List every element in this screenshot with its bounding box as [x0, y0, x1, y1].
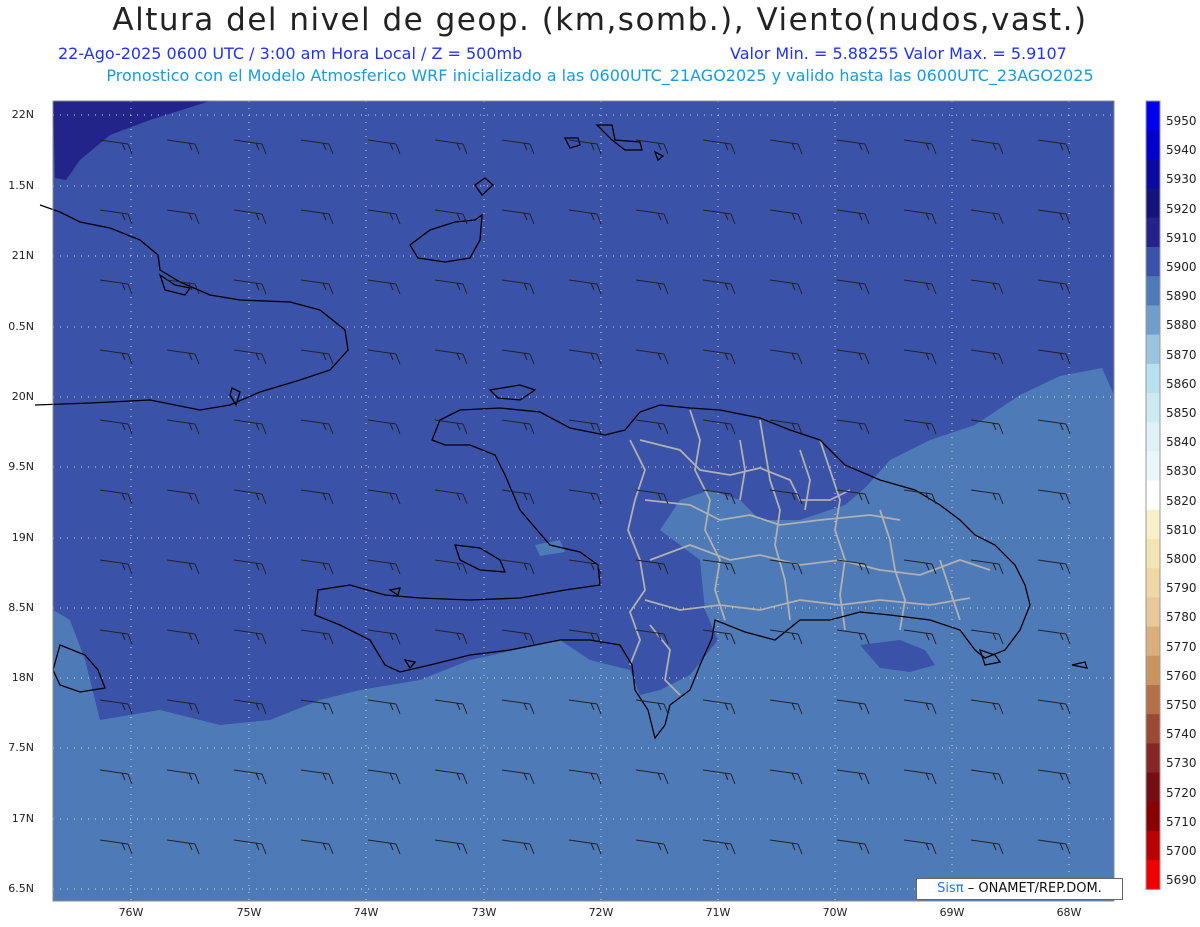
- lat-tick-label: 19N: [11, 531, 34, 544]
- colorbar-swatch: [1146, 685, 1160, 715]
- lat-tick-label: 20N: [11, 390, 34, 403]
- colorbar-swatch: [1146, 860, 1160, 890]
- colorbar-level-label: 5700: [1166, 844, 1197, 858]
- colorbar-level-label: 5760: [1166, 668, 1197, 683]
- colorbar-level-label: 5800: [1166, 552, 1197, 566]
- colorbar-swatch: [1146, 743, 1160, 774]
- lon-tick-label: 74W: [353, 906, 379, 919]
- lat-tick-label: 6.5N: [8, 882, 34, 895]
- colorbar-swatch: [1146, 159, 1160, 190]
- colorbar-swatch: [1146, 831, 1160, 861]
- sis-logo-text: Sisπ: [937, 881, 964, 896]
- colorbar-level-label: 5820: [1166, 493, 1197, 508]
- colorbar-swatch: [1146, 130, 1160, 160]
- colorbar-level-label: 5690: [1166, 873, 1197, 888]
- colorbar-level-label: 5870: [1166, 347, 1197, 362]
- colorbar-swatch: [1146, 305, 1160, 336]
- colorbar-level-label: 5850: [1166, 406, 1197, 420]
- colorbar-swatch: [1146, 714, 1160, 744]
- lon-tick-label: 75W: [236, 906, 262, 919]
- colorbar-level-label: 5860: [1166, 376, 1197, 391]
- colorbar-level-label: 5890: [1166, 289, 1197, 304]
- colorbar-swatch: [1146, 655, 1160, 686]
- colorbar-swatch: [1146, 480, 1160, 511]
- colorbar-swatch: [1146, 626, 1160, 657]
- lat-tick-label: 1.5N: [8, 179, 34, 192]
- colorbar-swatch: [1146, 393, 1160, 423]
- colorbar-level-label: 5840: [1166, 435, 1197, 450]
- colorbar-swatch: [1146, 597, 1160, 628]
- colorbar-swatch: [1146, 772, 1160, 803]
- lat-tick-label: 21N: [11, 249, 34, 262]
- colorbar-swatch: [1146, 217, 1160, 248]
- colorbar-level-label: 5740: [1166, 727, 1197, 742]
- colorbar-level-label: 5710: [1166, 814, 1197, 829]
- colorbar-level-label: 5940: [1166, 143, 1197, 158]
- lon-tick-label: 76W: [118, 906, 144, 919]
- lon-tick-label: 73W: [471, 906, 497, 919]
- colorbar-swatch: [1146, 568, 1160, 598]
- lat-tick-label: 17N: [11, 812, 34, 825]
- colorbar-level-label: 5900: [1166, 260, 1197, 274]
- lon-tick-label: 70W: [822, 906, 848, 919]
- colorbar-swatch: [1146, 276, 1160, 306]
- colorbar-level-label: 5920: [1166, 201, 1197, 216]
- colorbar-level-label: 5780: [1166, 610, 1197, 625]
- lat-tick-label: 18N: [11, 671, 34, 684]
- forecast-map: [34, 100, 1161, 902]
- colorbar-swatch: [1146, 801, 1160, 832]
- colorbar-swatch: [1146, 422, 1160, 452]
- lat-tick-label: 22N: [11, 108, 34, 121]
- colorbar-level-label: 5770: [1166, 639, 1197, 654]
- colorbar-level-label: 5830: [1166, 464, 1197, 479]
- lat-tick-label: 8.5N: [8, 601, 34, 614]
- colorbar-swatch: [1146, 188, 1160, 219]
- lon-tick-label: 68W: [1056, 906, 1082, 919]
- lon-tick-label: 71W: [705, 906, 731, 919]
- colorbar-level-label: 5720: [1166, 785, 1197, 800]
- lon-tick-label: 72W: [588, 906, 614, 919]
- colorbar-swatch: [1146, 101, 1160, 131]
- colorbar-swatch: [1146, 247, 1160, 277]
- colorbar-level-label: 5790: [1166, 581, 1197, 596]
- credit-box: Sisπ – ONAMET/REP.DOM.: [916, 878, 1123, 900]
- lat-tick-label: 0.5N: [8, 320, 34, 333]
- colorbar: [1145, 100, 1161, 890]
- colorbar-swatch: [1146, 451, 1160, 482]
- colorbar-level-label: 5750: [1166, 698, 1197, 712]
- colorbar-swatch: [1146, 363, 1160, 394]
- colorbar-swatch: [1146, 539, 1160, 569]
- colorbar-swatch: [1146, 509, 1160, 540]
- lat-tick-label: 9.5N: [8, 460, 34, 473]
- colorbar-level-label: 5910: [1166, 230, 1197, 245]
- colorbar-swatch: [1146, 334, 1160, 365]
- colorbar-level-label: 5880: [1166, 318, 1197, 333]
- colorbar-level-label: 5950: [1166, 114, 1197, 128]
- colorbar-level-label: 5730: [1166, 756, 1197, 771]
- colorbar-level-label: 5930: [1166, 172, 1197, 187]
- lat-tick-label: 7.5N: [8, 741, 34, 754]
- colorbar-level-label: 5810: [1166, 522, 1197, 537]
- credit-text: – ONAMET/REP.DOM.: [967, 881, 1102, 896]
- lon-tick-label: 69W: [939, 906, 965, 919]
